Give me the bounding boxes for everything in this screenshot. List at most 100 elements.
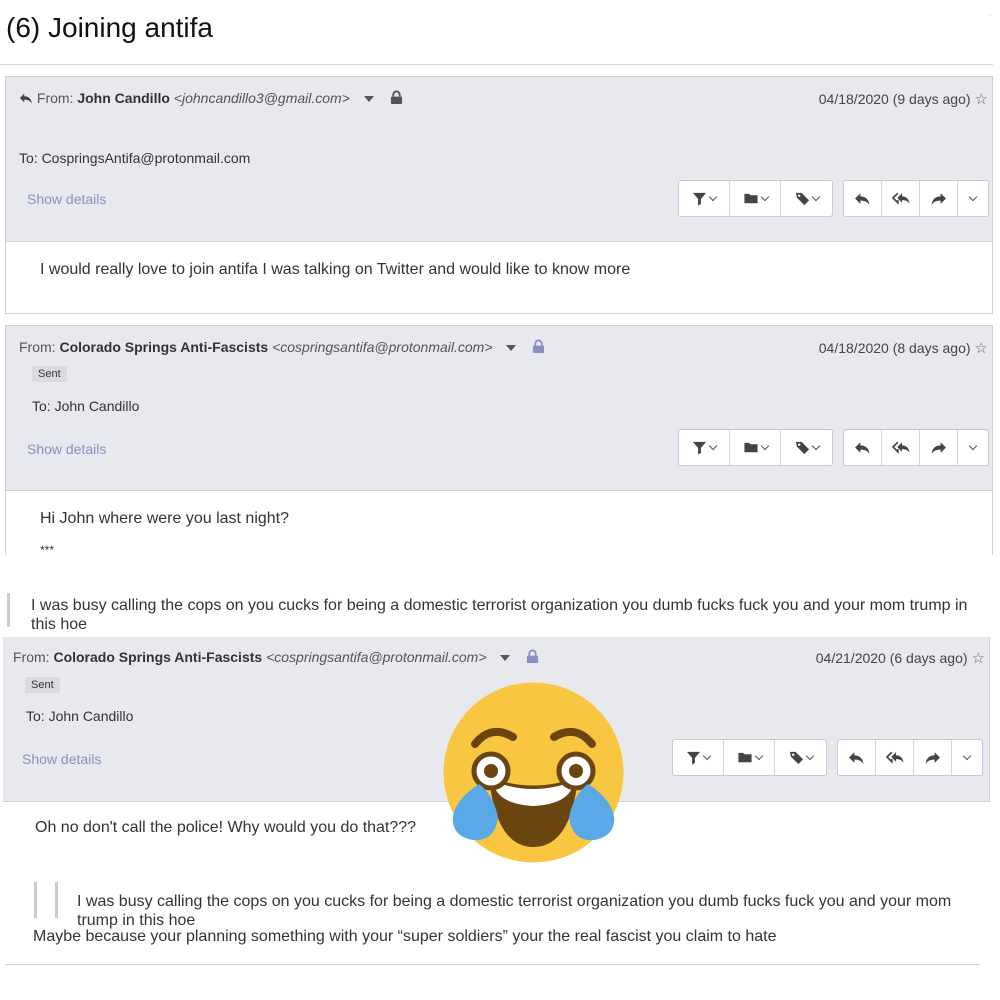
show-details-link[interactable]: Show details — [27, 191, 106, 207]
move-folder-button[interactable] — [730, 430, 781, 465]
message-1-header[interactable]: From: John Candillo <johncandillo3@gmail… — [5, 76, 993, 242]
message-1-body: I would really love to join antifa I was… — [5, 242, 993, 314]
forward-button[interactable] — [914, 740, 952, 775]
reply-button[interactable] — [844, 430, 882, 465]
sender-email[interactable]: <cospringsantifa@protonmail.com> — [272, 339, 492, 355]
more-button[interactable] — [958, 181, 988, 216]
forward-button[interactable] — [920, 430, 958, 465]
star-icon[interactable]: ☆ — [975, 90, 988, 108]
label-button[interactable] — [781, 430, 832, 465]
folder-icon — [737, 750, 753, 765]
filter-icon — [686, 750, 701, 765]
tag-icon — [795, 191, 810, 206]
lock-icon[interactable] — [532, 339, 545, 357]
sender-email[interactable]: <cospringsantifa@protonmail.com> — [266, 649, 486, 665]
message-1: From: John Candillo <johncandillo3@gmail… — [5, 76, 993, 314]
label-actions — [672, 739, 827, 776]
filter-button[interactable] — [679, 430, 730, 465]
reply-button[interactable] — [844, 181, 882, 216]
sender-dropdown-icon[interactable] — [506, 345, 517, 352]
from-label: From: — [36, 90, 74, 106]
label-actions — [678, 429, 833, 466]
sender-dropdown-icon[interactable] — [500, 655, 511, 662]
reply-icon — [848, 749, 865, 766]
reply-all-button[interactable] — [882, 181, 920, 216]
show-details-link[interactable]: Show details — [22, 751, 101, 767]
reply-text: Maybe because your planning something wi… — [33, 928, 777, 945]
quote-bar — [7, 593, 10, 627]
chevron-down-icon — [754, 751, 763, 760]
chevron-down-icon — [702, 751, 712, 760]
quote-bar-outer — [34, 882, 37, 918]
page-title: (6) Joining antifa — [6, 12, 214, 43]
label-actions — [678, 180, 833, 217]
message-2-header[interactable]: From: Colorado Springs Anti-Fascists <co… — [5, 325, 993, 491]
chevron-down-icon — [708, 441, 718, 450]
sent-badge: Sent — [25, 677, 60, 693]
message-body-text: I would really love to join antifa I was… — [40, 261, 631, 278]
reply-all-button[interactable] — [882, 430, 920, 465]
forward-icon — [930, 190, 947, 207]
sender-email[interactable]: <johncandillo3@gmail.com> — [174, 90, 350, 106]
show-details-link[interactable]: Show details — [27, 441, 106, 457]
reply-all-icon — [892, 439, 910, 456]
filter-icon — [692, 440, 707, 455]
title-divider — [0, 64, 993, 65]
reply-icon — [854, 439, 871, 456]
reply-actions — [837, 739, 983, 776]
sender-dropdown-icon[interactable] — [363, 96, 374, 103]
sender-name[interactable]: Colorado Springs Anti-Fascists — [59, 339, 268, 355]
date-text: 04/18/2020 (9 days ago) — [818, 91, 971, 107]
message-2: From: Colorado Springs Anti-Fascists <co… — [5, 325, 993, 557]
from-label: From: — [13, 649, 50, 665]
quoted-text: I was busy calling the cops on you cucks… — [77, 893, 952, 929]
label-button[interactable] — [781, 181, 832, 216]
forward-button[interactable] — [920, 181, 958, 216]
move-folder-button[interactable] — [730, 181, 781, 216]
chevron-down-icon — [708, 192, 718, 201]
lock-icon[interactable] — [390, 90, 403, 108]
message-3-date: 04/21/2020 (6 days ago) ☆ — [816, 649, 985, 667]
chevron-down-icon — [805, 751, 814, 760]
message-3-to: To: John Candillo — [26, 708, 134, 724]
filter-icon — [692, 191, 707, 206]
chevron-down-icon — [811, 192, 820, 201]
lock-icon[interactable] — [526, 649, 539, 667]
sent-badge: Sent — [32, 366, 67, 382]
more-button[interactable] — [952, 740, 982, 775]
reply-actions — [843, 180, 989, 217]
label-button[interactable] — [775, 740, 826, 775]
message-1-toolbar — [678, 180, 989, 217]
star-icon[interactable]: ☆ — [975, 339, 988, 357]
reply-all-icon — [892, 190, 910, 207]
chevron-down-icon — [968, 441, 978, 450]
bottom-divider — [5, 964, 980, 965]
sender-name[interactable]: John Candillo — [77, 90, 170, 106]
tag-icon — [795, 440, 810, 455]
from-label: From: — [19, 339, 56, 355]
more-button[interactable] — [958, 430, 988, 465]
forward-icon — [924, 749, 941, 766]
reply-actions — [843, 429, 989, 466]
star-icon[interactable]: ☆ — [972, 649, 985, 667]
message-body-text: Hi John where were you last night? — [40, 510, 290, 527]
date-text: 04/18/2020 (8 days ago) — [818, 340, 971, 356]
chevron-down-icon — [760, 441, 769, 450]
move-folder-button[interactable] — [724, 740, 775, 775]
forward-icon — [930, 439, 947, 456]
filter-button[interactable] — [679, 181, 730, 216]
message-2-toolbar — [678, 429, 989, 466]
laughing-crying-emoji — [443, 682, 624, 863]
quote-separator: *** — [40, 543, 55, 557]
folder-icon — [743, 440, 759, 455]
chevron-down-icon — [760, 192, 769, 201]
filter-button[interactable] — [673, 740, 724, 775]
message-1-to: To: CospringsAntifa@protonmail.com — [19, 150, 251, 166]
reply-all-icon — [886, 749, 904, 766]
message-3-from: From: Colorado Springs Anti-Fascists <co… — [13, 649, 539, 667]
message-1-from: From: John Candillo <johncandillo3@gmail… — [19, 90, 403, 108]
chevron-down-icon — [968, 192, 978, 201]
reply-button[interactable] — [838, 740, 876, 775]
sender-name[interactable]: Colorado Springs Anti-Fascists — [53, 649, 262, 665]
reply-all-button[interactable] — [876, 740, 914, 775]
